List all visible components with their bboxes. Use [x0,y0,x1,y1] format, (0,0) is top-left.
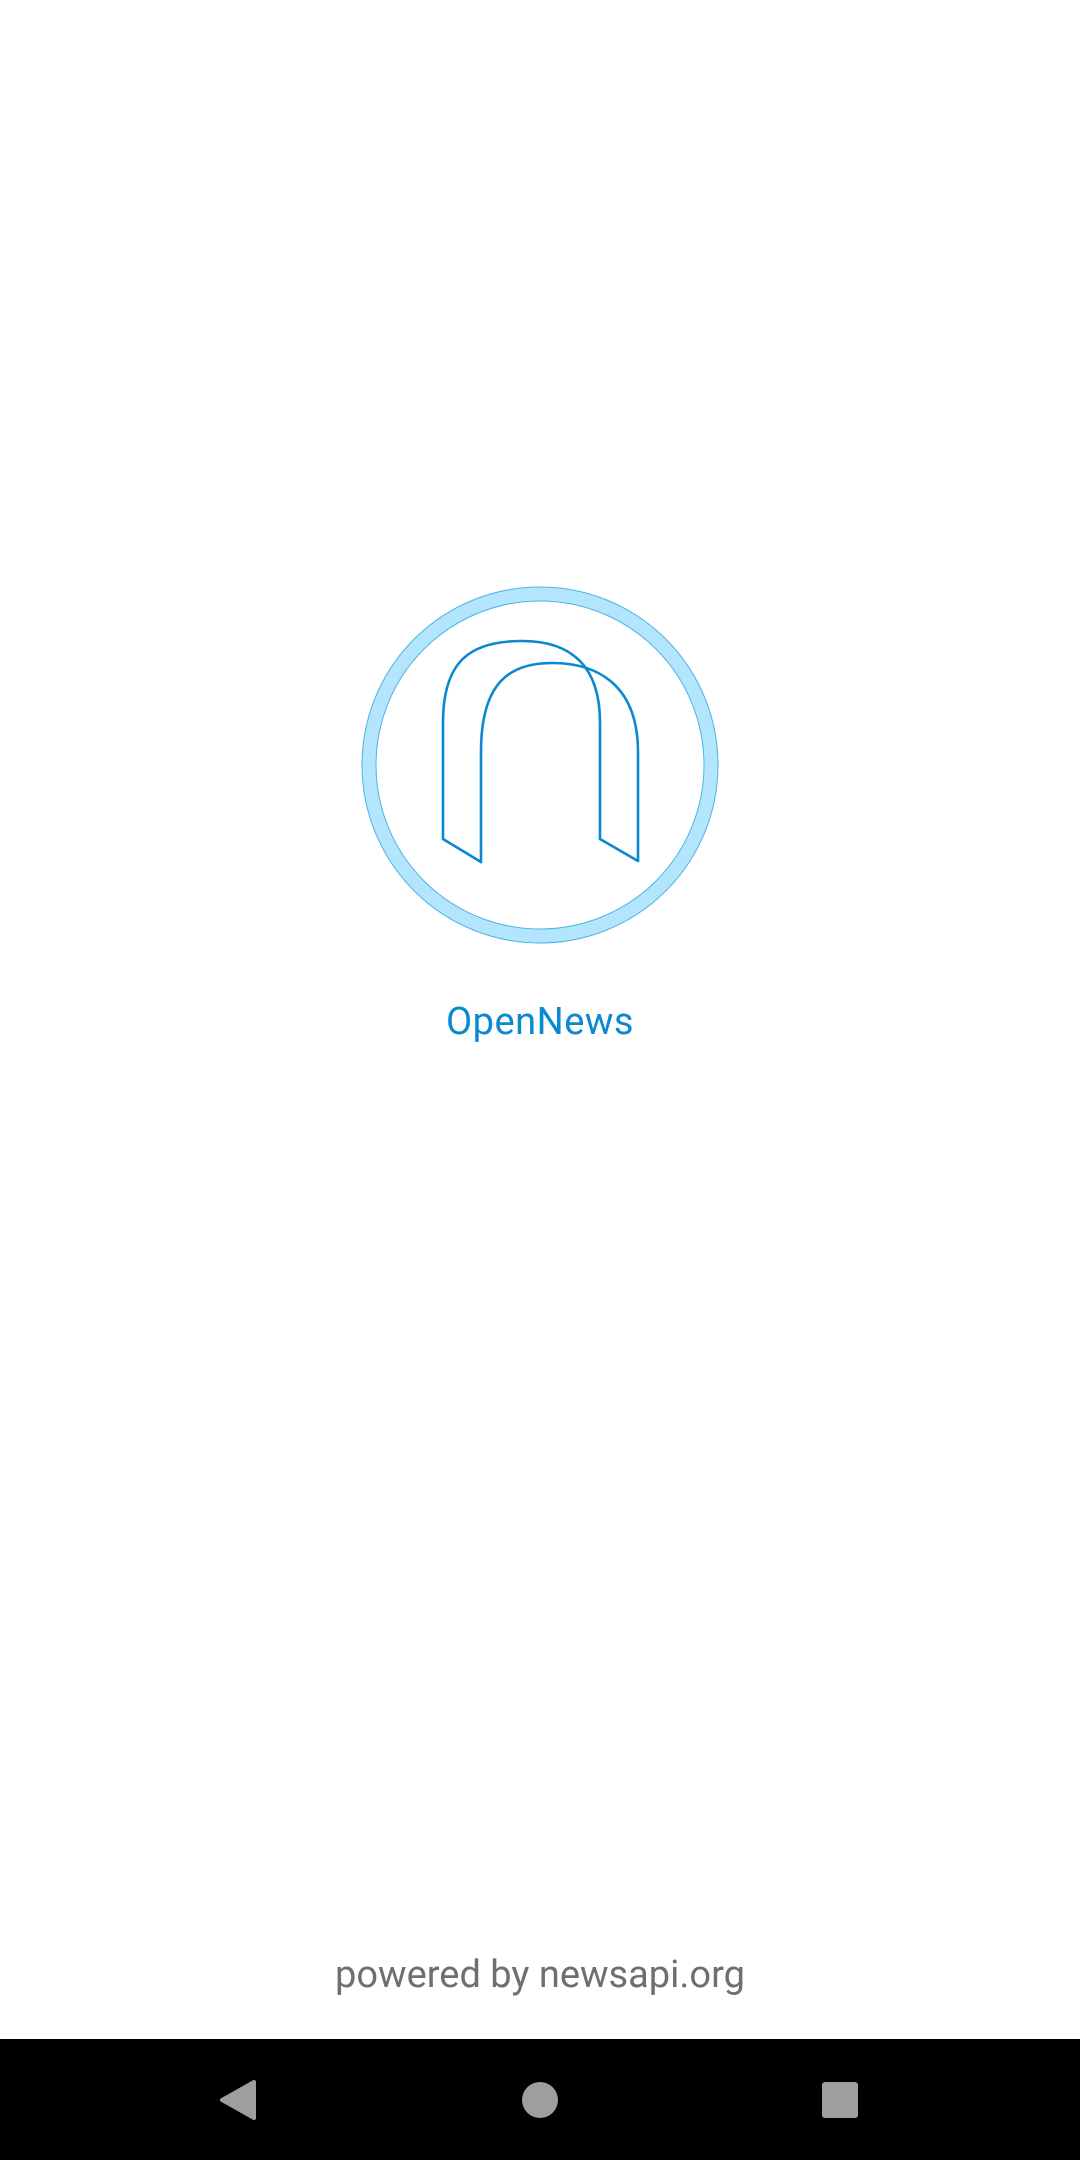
system-navigation-bar [0,2039,1080,2160]
recent-apps-button[interactable] [760,2039,920,2160]
recent-apps-square-icon [822,2081,858,2118]
app-name: OpenNews [445,1000,635,1044]
home-button[interactable] [460,2039,620,2160]
back-button[interactable] [158,2039,318,2160]
opennews-logo-icon [352,577,728,953]
splash-screen: OpenNews powered by newsapi.org [0,0,1080,2039]
home-circle-icon [522,2081,558,2118]
back-triangle-icon [220,2079,256,2120]
powered-by-text: powered by newsapi.org [335,1953,745,1997]
